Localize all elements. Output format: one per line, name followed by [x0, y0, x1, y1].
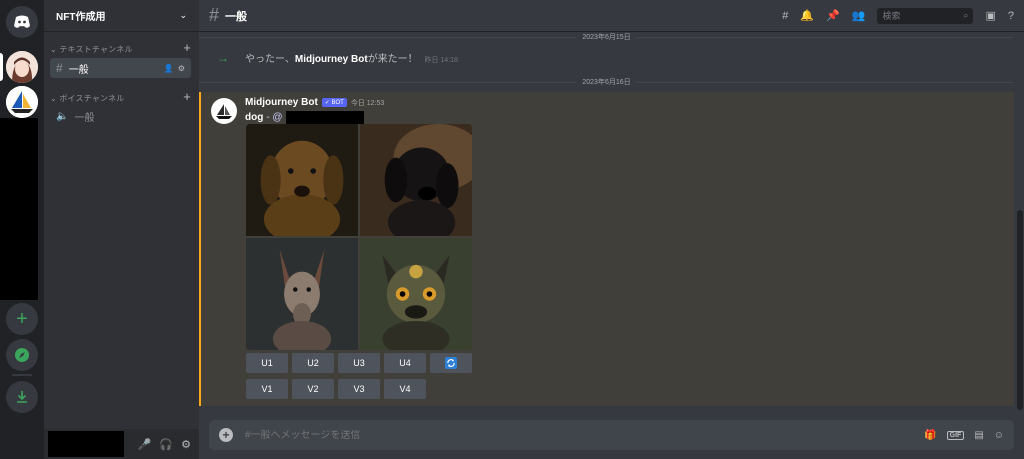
channel-item-text[interactable]: # 一般 👤 ⚙: [50, 58, 191, 78]
upscale-button-4[interactable]: U4: [384, 353, 426, 373]
user-panel: 🎤 🎧 ⚙: [44, 429, 199, 459]
upscale-button-2[interactable]: U2: [292, 353, 334, 373]
channel-header: # 一般 # 🔔 📌 👥 検索 ⌕ ▣ ?: [199, 0, 1024, 32]
message-composer: + 🎁 GIF ▤ ☺: [209, 420, 1014, 450]
author-name[interactable]: Midjourney Bot: [245, 97, 318, 108]
help-icon[interactable]: ?: [1008, 10, 1014, 22]
channel-label: 一般: [74, 112, 95, 124]
bot-avatar[interactable]: [211, 98, 237, 124]
timestamp: 今日 12:53: [350, 99, 385, 107]
category-label: ボイスチャンネル: [59, 94, 125, 103]
gift-icon[interactable]: 🎁: [924, 430, 936, 441]
hash-icon: #: [56, 61, 63, 75]
mute-mic-icon[interactable]: 🎤: [138, 438, 152, 451]
reroll-button[interactable]: [430, 353, 472, 373]
rail-divider: [12, 374, 32, 376]
inbox-icon[interactable]: ▣: [985, 9, 995, 22]
add-server-icon[interactable]: +: [6, 303, 38, 335]
message-header: Midjourney Bot ✓ BOT 今日 12:53: [245, 97, 384, 108]
category-text[interactable]: ⌄ テキストチャンネル +: [50, 41, 191, 55]
redacted-servers: [0, 118, 38, 300]
image-grid[interactable]: [246, 124, 472, 350]
chevron-down-icon[interactable]: ⌄: [179, 10, 187, 21]
gear-icon[interactable]: ⚙: [181, 438, 191, 451]
arrow-right-icon: →: [217, 50, 229, 65]
channel-label: 一般: [68, 64, 89, 76]
chevron-down-icon: ⌄: [50, 94, 57, 103]
channel-item-voice[interactable]: 🔈 一般: [50, 106, 191, 126]
system-message: → やったー、Midjourney Botが来たー！ 昨日 14:18: [217, 50, 458, 66]
channel-title: 一般: [225, 10, 248, 23]
upscale-button-1[interactable]: U1: [246, 353, 288, 373]
generated-image-4[interactable]: [360, 238, 472, 350]
threads-icon[interactable]: #: [782, 10, 788, 22]
bot-name[interactable]: Midjourney Bot: [295, 54, 368, 65]
redacted-mention: [285, 111, 364, 124]
server-avatar-anime[interactable]: [6, 51, 38, 83]
channel-sidebar: NFT作成用 ⌄ ⌄ テキストチャンネル + # 一般 👤 ⚙ ⌄ ボイスチャン…: [44, 0, 199, 459]
sticker-icon[interactable]: ▤: [974, 430, 983, 441]
active-server-indicator: [0, 53, 3, 81]
timestamp: 昨日 14:18: [424, 57, 458, 64]
add-channel-icon[interactable]: +: [183, 90, 191, 104]
upscale-button-3[interactable]: U3: [338, 353, 380, 373]
gear-icon[interactable]: ⚙: [178, 64, 185, 73]
redacted-user: [48, 431, 124, 457]
bot-badge: ✓ BOT: [321, 98, 347, 107]
variation-button-4[interactable]: V4: [384, 379, 426, 399]
variation-button-1[interactable]: V1: [246, 379, 288, 399]
speaker-icon: 🔈: [56, 110, 69, 122]
variation-button-3[interactable]: V3: [338, 379, 380, 399]
bot-message: Midjourney Bot ✓ BOT 今日 12:53 dog - @ U1…: [199, 92, 1014, 406]
discord-window: + NFT作成用 ⌄ ⌄ テキストチャンネル + # 一般 👤 ⚙ ⌄ ボイスチ…: [0, 0, 1024, 459]
server-avatar-boat[interactable]: [6, 86, 38, 118]
category-label: テキストチャンネル: [59, 45, 133, 54]
hash-icon: #: [209, 5, 220, 25]
discord-home-icon[interactable]: [6, 6, 38, 38]
guild-header[interactable]: NFT作成用 ⌄: [44, 0, 199, 32]
headphones-icon[interactable]: 🎧: [159, 438, 173, 451]
search-icon: ⌕: [963, 10, 969, 20]
mention-sep: - @: [266, 112, 283, 123]
date-divider: 2023年6月16日: [199, 77, 1014, 87]
pin-icon[interactable]: 📌: [826, 9, 840, 22]
date-divider: 2023年6月15日: [199, 32, 1014, 42]
chat-main: # 一般 # 🔔 📌 👥 検索 ⌕ ▣ ? 2023年6月15日 → やったー、…: [199, 0, 1024, 459]
add-attachment-icon[interactable]: +: [219, 428, 233, 442]
prompt-text: dog: [245, 112, 264, 123]
search-input[interactable]: 検索 ⌕: [877, 7, 974, 24]
scrollbar[interactable]: [1017, 210, 1023, 410]
invite-icon[interactable]: 👤: [164, 64, 174, 73]
add-channel-icon[interactable]: +: [183, 41, 191, 55]
message-input[interactable]: [245, 429, 845, 441]
compass-icon[interactable]: [6, 339, 38, 371]
members-icon[interactable]: 👥: [852, 9, 866, 22]
variation-button-2[interactable]: V2: [292, 379, 334, 399]
message-content: dog - @: [245, 111, 364, 124]
category-voice[interactable]: ⌄ ボイスチャンネル +: [50, 90, 191, 104]
chevron-down-icon: ⌄: [50, 45, 57, 54]
server-rail: +: [0, 0, 44, 459]
generated-image-2[interactable]: [360, 124, 472, 236]
refresh-icon: [445, 357, 457, 369]
generated-image-3[interactable]: [246, 238, 358, 350]
emoji-icon[interactable]: ☺: [994, 430, 1004, 441]
generated-image-1[interactable]: [246, 124, 358, 236]
bell-icon[interactable]: 🔔: [800, 9, 814, 22]
guild-name: NFT作成用: [56, 12, 106, 23]
gif-icon[interactable]: GIF: [946, 430, 965, 440]
download-icon[interactable]: [6, 381, 38, 413]
